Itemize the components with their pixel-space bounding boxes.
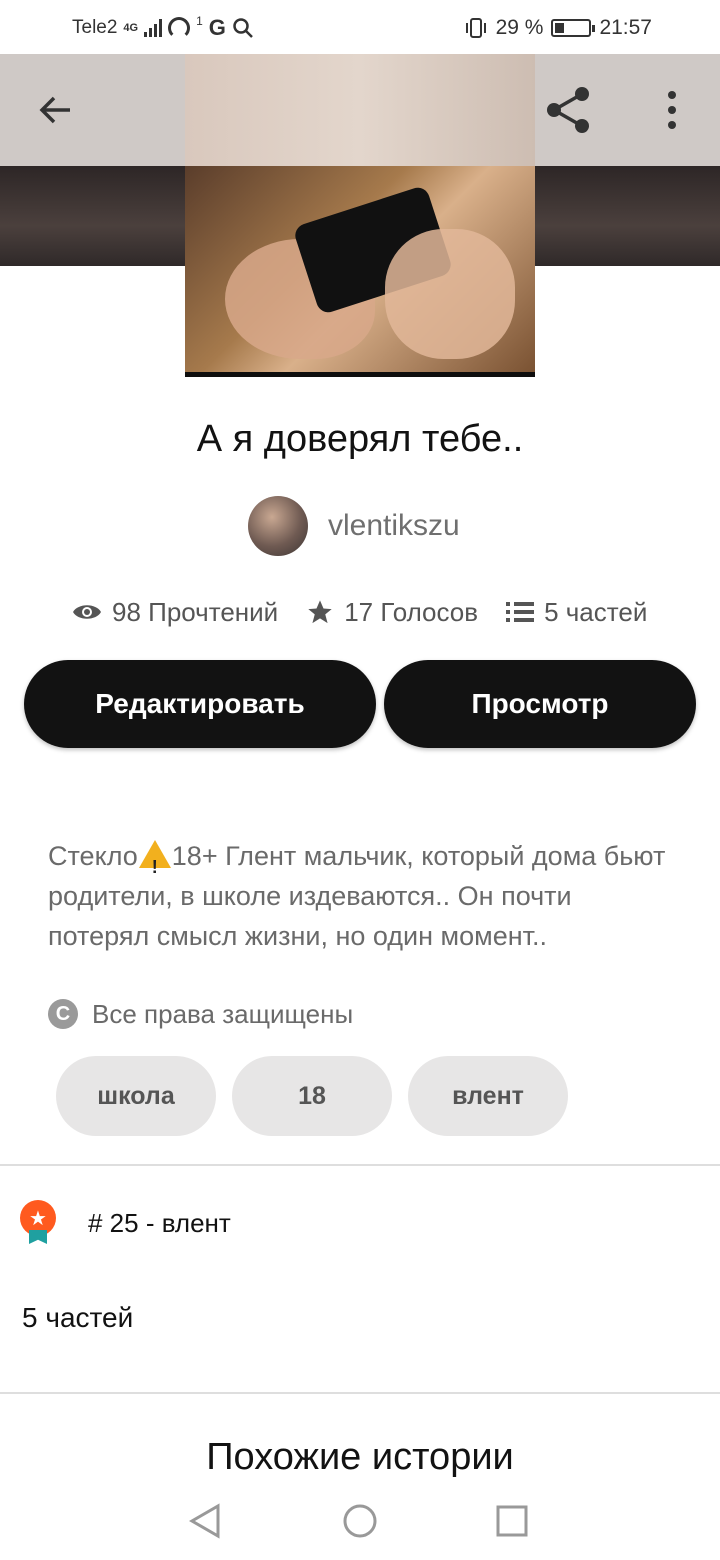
tag-chip[interactable]: влент <box>408 1056 568 1136</box>
votes-stat: 17 Голосов <box>306 597 478 628</box>
reads-count: 98 Прочтений <box>112 596 279 627</box>
list-icon <box>506 602 535 622</box>
arrow-left-icon <box>39 96 70 124</box>
share-button[interactable] <box>536 78 600 142</box>
parts-count-stat: 5 частей <box>544 596 648 627</box>
tags-row: школа 18 влент <box>56 1056 568 1136</box>
nav-back-button[interactable] <box>180 1496 230 1546</box>
votes-count: 17 Голосов <box>344 596 479 627</box>
status-left: Tele2 4G 1 G <box>72 14 254 42</box>
battery-icon <box>551 19 596 37</box>
tag-chip[interactable]: школа <box>56 1056 216 1136</box>
more-options-button[interactable] <box>640 78 704 142</box>
divider <box>0 1164 720 1166</box>
hotspot-icon <box>168 17 191 39</box>
cover-faces <box>185 54 535 166</box>
similar-stories-heading: Похожие истории <box>206 1436 514 1478</box>
star-icon <box>308 600 332 624</box>
cover-hand-right <box>385 229 515 359</box>
copyright-row: C Все права защищены <box>48 996 353 1032</box>
google-icon: G <box>208 15 226 40</box>
ranking-label: # 25 - влент <box>88 1207 231 1238</box>
parts-stat: 5 частей <box>506 597 647 628</box>
author-avatar[interactable] <box>248 496 308 556</box>
square-recents-icon <box>496 1505 528 1537</box>
search-icon <box>233 18 253 38</box>
share-icon <box>547 87 589 133</box>
view-button[interactable]: Просмотр <box>384 660 696 748</box>
more-vertical-icon <box>668 91 676 129</box>
vibrate-icon <box>465 18 486 38</box>
warning-icon <box>138 840 171 887</box>
author-row[interactable]: vlentikszu <box>248 496 460 556</box>
nav-recents-button[interactable] <box>487 1496 537 1546</box>
ranking-badge-icon: ★ <box>20 1200 56 1246</box>
divider <box>0 1392 720 1394</box>
carrier-label: Tele2 <box>72 17 118 38</box>
triangle-back-icon <box>188 1503 220 1539</box>
status-right: 29 % 21:57 <box>464 14 652 42</box>
signal-icon <box>144 19 163 37</box>
circle-home-icon <box>343 1504 377 1538</box>
battery-percent: 29 % <box>495 16 544 39</box>
system-nav-bar <box>0 1480 720 1560</box>
eye-icon <box>73 605 101 619</box>
back-button[interactable] <box>24 78 88 142</box>
ranking-row[interactable]: ★ # 25 - влент <box>20 1198 231 1248</box>
author-name[interactable]: vlentikszu <box>328 509 460 543</box>
table-of-contents-link[interactable]: 5 частей <box>22 1302 133 1334</box>
copyright-label: Все права защищены <box>92 998 354 1029</box>
description-start: Стекло <box>48 841 138 871</box>
status-bar: Tele2 4G 1 G 29 % 21:57 <box>0 0 720 54</box>
copyright-icon: C <box>48 999 78 1029</box>
network-type: 4G <box>123 22 139 34</box>
ribbon-icon <box>29 1230 47 1244</box>
story-description: Стекло18+ Глент мальчик, который дома бь… <box>48 836 678 956</box>
tag-chip[interactable]: 18 <box>232 1056 392 1136</box>
story-title: А я доверял тебе.. <box>196 418 524 460</box>
reads-stat: 98 Прочтений <box>72 597 278 628</box>
story-cover-image[interactable] <box>185 54 535 377</box>
nav-home-button[interactable] <box>335 1496 385 1546</box>
story-stats: 98 Прочтений 17 Голосов 5 частей <box>72 592 647 632</box>
clock: 21:57 <box>599 16 652 39</box>
edit-button[interactable]: Редактировать <box>24 660 376 748</box>
notification-count: 1 <box>196 14 203 28</box>
